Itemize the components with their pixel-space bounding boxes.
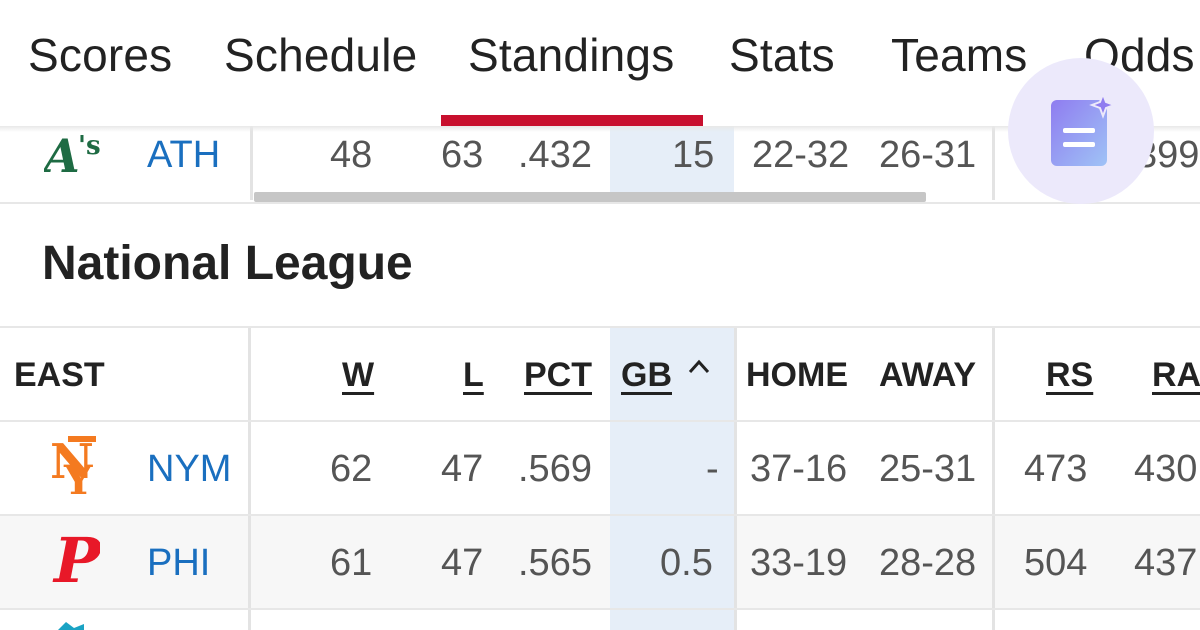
column-divider — [248, 422, 251, 514]
column-divider — [248, 516, 251, 608]
away-record: 28-28 — [879, 542, 977, 584]
division-label: EAST — [14, 356, 105, 394]
tab-scores[interactable]: Scores — [28, 28, 172, 82]
table-row-phi[interactable]: P PHI 61 47 .565 0.5 33-19 28-28 504 437 — [0, 516, 1200, 608]
active-tab-indicator — [441, 115, 703, 126]
column-divider — [992, 328, 995, 420]
column-divider — [992, 610, 995, 630]
mets-logo: N Y — [50, 434, 96, 496]
home-record: 22-32 — [752, 134, 850, 176]
away-record: 26-31 — [879, 134, 977, 176]
pct-value: .569 — [518, 448, 592, 490]
tab-standings[interactable]: Standings — [468, 28, 674, 82]
rs-value: 473 — [1024, 448, 1088, 490]
team-logo — [58, 622, 84, 630]
wins-value: 48 — [330, 134, 373, 176]
losses-value: 47 — [441, 542, 484, 584]
header-ra[interactable]: RA — [1152, 356, 1200, 395]
column-divider — [250, 126, 253, 200]
header-gb[interactable]: GB — [621, 356, 672, 395]
team-link[interactable]: ATH — [147, 134, 220, 177]
row-divider — [0, 202, 1200, 204]
svg-text:Y: Y — [63, 457, 93, 496]
column-divider — [734, 516, 737, 608]
home-record: 33-19 — [750, 542, 848, 584]
wins-value: 61 — [330, 542, 373, 584]
column-divider — [734, 610, 737, 630]
ra-value: 430 — [1134, 448, 1198, 490]
tab-stats[interactable]: Stats — [729, 28, 835, 82]
sort-ascending-icon[interactable] — [686, 354, 712, 385]
svg-text:P: P — [52, 526, 100, 594]
header-home: HOME — [746, 356, 848, 394]
tab-schedule[interactable]: Schedule — [224, 28, 417, 82]
section-title: National League — [42, 237, 413, 290]
column-divider — [734, 422, 737, 514]
home-record: 37-16 — [750, 448, 848, 490]
gb-value: - — [706, 448, 719, 490]
gb-column-highlight — [610, 610, 734, 630]
column-divider — [248, 328, 251, 420]
column-divider — [992, 126, 995, 200]
ra-value: 437 — [1134, 542, 1198, 584]
rs-value: 504 — [1024, 542, 1088, 584]
assistant-button[interactable] — [1008, 58, 1154, 204]
team-link[interactable]: PHI — [147, 542, 210, 585]
header-rs[interactable]: RS — [1046, 356, 1093, 395]
horizontal-scrollbar[interactable] — [254, 192, 926, 202]
phillies-logo: P — [52, 526, 100, 594]
table-row-nym[interactable]: N Y NYM 62 47 .569 - 37-16 25-31 473 430 — [0, 422, 1200, 514]
table-header: EAST W L PCT GB HOME AWAY RS RA — [0, 328, 1200, 420]
svg-text:A: A — [44, 130, 80, 178]
losses-value: 47 — [441, 448, 484, 490]
header-pct[interactable]: PCT — [524, 356, 592, 395]
column-divider — [248, 610, 251, 630]
pct-value: .565 — [518, 542, 592, 584]
table-row-partial[interactable] — [0, 610, 1200, 630]
header-l[interactable]: L — [463, 356, 484, 395]
wins-value: 62 — [330, 448, 373, 490]
tab-teams[interactable]: Teams — [891, 28, 1027, 82]
pct-value: .432 — [518, 134, 592, 176]
away-record: 25-31 — [879, 448, 977, 490]
losses-value: 63 — [441, 134, 484, 176]
athletics-logo: A 's — [44, 130, 101, 178]
column-divider — [734, 328, 737, 420]
gb-value: 0.5 — [660, 542, 713, 584]
header-w[interactable]: W — [342, 356, 374, 395]
standings-page: Scores Schedule Standings Stats Teams Od… — [0, 0, 1200, 630]
header-away: AWAY — [879, 356, 977, 394]
column-divider — [992, 516, 995, 608]
gb-value: 15 — [672, 134, 715, 176]
column-divider — [992, 422, 995, 514]
svg-text:'s: 's — [78, 131, 101, 161]
document-sparkle-icon — [1051, 92, 1117, 166]
team-link[interactable]: NYM — [147, 448, 231, 491]
